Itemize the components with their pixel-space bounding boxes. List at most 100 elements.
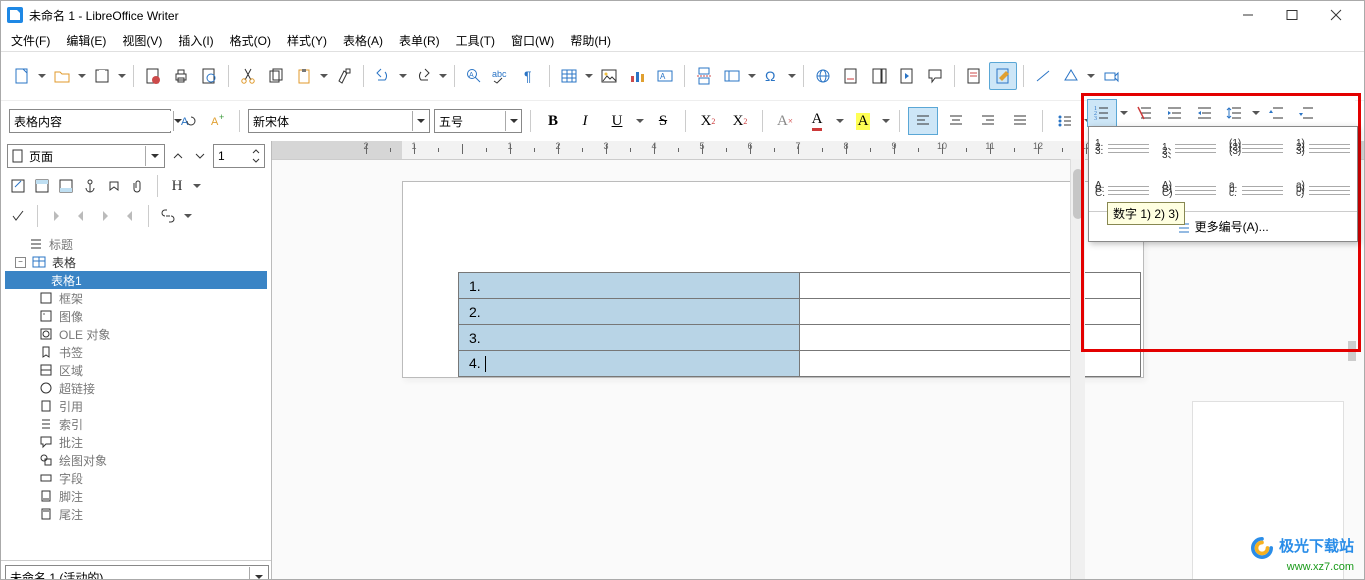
prev-icon[interactable] — [72, 207, 90, 225]
insert-field-icon[interactable] — [719, 63, 745, 89]
nav-table1[interactable]: 表格1 — [5, 271, 267, 289]
nav-sections[interactable]: 区域 — [5, 361, 267, 379]
show-changes-icon[interactable] — [989, 62, 1017, 90]
insert-table-icon[interactable] — [556, 63, 582, 89]
superscript-button[interactable]: X2 — [694, 108, 722, 134]
line-spacing-icon[interactable] — [1221, 100, 1249, 126]
footnote-icon[interactable] — [838, 63, 864, 89]
spin-up-icon[interactable] — [250, 147, 262, 156]
accept-icon[interactable] — [9, 207, 27, 225]
navigator-tree[interactable]: 标题 − 表格 表格1 框架 图像 OLE 对象 书签 区域 超链接 引用 索引… — [1, 231, 271, 560]
nav-drawings[interactable]: 绘图对象 — [5, 451, 267, 469]
nav-type-input[interactable] — [25, 146, 145, 166]
page[interactable]: 1. 2. 3. 4. — [402, 181, 1144, 378]
insert-chart-icon[interactable] — [624, 63, 650, 89]
nav-references[interactable]: 引用 — [5, 397, 267, 415]
numbering-style-option[interactable] — [1156, 127, 1223, 169]
active-doc-dropdown-icon[interactable] — [249, 567, 268, 580]
menu-tools[interactable]: 工具(T) — [450, 30, 501, 51]
font-name-dropdown-icon[interactable] — [412, 111, 429, 131]
numbering-style-option[interactable] — [1223, 169, 1290, 211]
ordered-list-dropdown[interactable] — [1119, 100, 1129, 126]
nav-hyperlinks[interactable]: 超链接 — [5, 379, 267, 397]
clear-formatting-icon[interactable]: A× — [771, 108, 799, 134]
shapes-dropdown[interactable] — [1086, 63, 1096, 89]
underline-button[interactable]: U — [603, 108, 631, 134]
menu-help[interactable]: 帮助(H) — [564, 30, 617, 51]
font-size-input[interactable] — [435, 111, 505, 131]
attachment-icon[interactable] — [129, 177, 147, 195]
table-cell[interactable] — [800, 351, 1141, 377]
insert-textbox-icon[interactable]: A — [652, 63, 678, 89]
undo-dropdown[interactable] — [398, 63, 408, 89]
paragraph-style-input[interactable] — [10, 111, 173, 131]
redo-dropdown[interactable] — [438, 63, 448, 89]
clone-formatting-icon[interactable] — [331, 63, 357, 89]
table-cell[interactable]: 1. — [459, 273, 800, 299]
menu-file[interactable]: 文件(F) — [5, 30, 56, 51]
font-color-icon[interactable]: A — [803, 108, 831, 134]
menu-view[interactable]: 视图(V) — [116, 30, 168, 51]
highlight-color-icon[interactable]: A — [849, 108, 877, 134]
table-cell[interactable]: 4. — [459, 351, 800, 377]
numbering-style-option[interactable] — [1290, 127, 1357, 169]
table-cell[interactable]: 3. — [459, 325, 800, 351]
print-preview-icon[interactable] — [196, 63, 222, 89]
paste-icon[interactable] — [291, 63, 317, 89]
close-button[interactable] — [1314, 1, 1358, 29]
next-icon[interactable] — [96, 207, 114, 225]
export-pdf-icon[interactable] — [140, 63, 166, 89]
link-dropdown[interactable] — [183, 203, 193, 229]
new-dropdown[interactable] — [37, 63, 47, 89]
nav-type-dropdown-icon[interactable] — [145, 146, 164, 166]
nav-page-combo[interactable] — [213, 144, 265, 168]
anchor-icon[interactable] — [81, 177, 99, 195]
menu-styles[interactable]: 样式(Y) — [281, 30, 333, 51]
font-size-dropdown-icon[interactable] — [505, 111, 521, 131]
nav-ole[interactable]: OLE 对象 — [5, 325, 267, 343]
bullet-list-icon[interactable] — [1051, 108, 1079, 134]
insert-image-icon[interactable] — [596, 63, 622, 89]
nav-type-combo[interactable] — [7, 144, 165, 168]
link-icon[interactable] — [159, 207, 177, 225]
menu-insert[interactable]: 插入(I) — [172, 30, 219, 51]
subscript-button[interactable]: X2 — [726, 108, 754, 134]
nav-comments[interactable]: 批注 — [5, 433, 267, 451]
menu-edit[interactable]: 编辑(E) — [60, 30, 112, 51]
hyperlink-icon[interactable] — [810, 63, 836, 89]
nav-tables[interactable]: − 表格 — [5, 253, 267, 271]
nav-bookmarks[interactable]: 书签 — [5, 343, 267, 361]
page-break-icon[interactable] — [691, 63, 717, 89]
table-cell[interactable]: 2. — [459, 299, 800, 325]
font-size-combo[interactable] — [434, 109, 522, 133]
spin-down-icon[interactable] — [250, 156, 262, 165]
align-center-icon[interactable] — [942, 108, 970, 134]
active-doc-combo[interactable] — [1, 560, 271, 580]
first-icon[interactable] — [48, 207, 66, 225]
nav-up-icon[interactable] — [169, 147, 187, 165]
nav-down-icon[interactable] — [191, 147, 209, 165]
symbol-dropdown[interactable] — [787, 63, 797, 89]
header-icon[interactable] — [33, 177, 51, 195]
heading-level-dropdown[interactable] — [192, 173, 202, 199]
paste-dropdown[interactable] — [319, 63, 329, 89]
collapse-icon[interactable]: − — [15, 257, 26, 268]
cut-icon[interactable] — [235, 63, 261, 89]
footer-icon[interactable] — [57, 177, 75, 195]
document-table[interactable]: 1. 2. 3. 4. — [458, 272, 1141, 377]
font-color-dropdown[interactable] — [835, 108, 845, 134]
bold-button[interactable]: B — [539, 108, 567, 134]
numbering-style-option[interactable] — [1290, 169, 1357, 211]
redo-icon[interactable] — [410, 63, 436, 89]
field-dropdown[interactable] — [747, 63, 757, 89]
numbering-style-option[interactable] — [1089, 127, 1156, 169]
underline-dropdown[interactable] — [635, 108, 645, 134]
new-style-icon[interactable]: A+ — [205, 108, 231, 134]
align-justify-icon[interactable] — [1006, 108, 1034, 134]
draw-functions-icon[interactable] — [1098, 63, 1124, 89]
comment-icon[interactable] — [922, 63, 948, 89]
italic-button[interactable]: I — [571, 108, 599, 134]
active-doc-input[interactable] — [6, 567, 249, 580]
nav-images[interactable]: 图像 — [5, 307, 267, 325]
bookmark-icon[interactable] — [866, 63, 892, 89]
